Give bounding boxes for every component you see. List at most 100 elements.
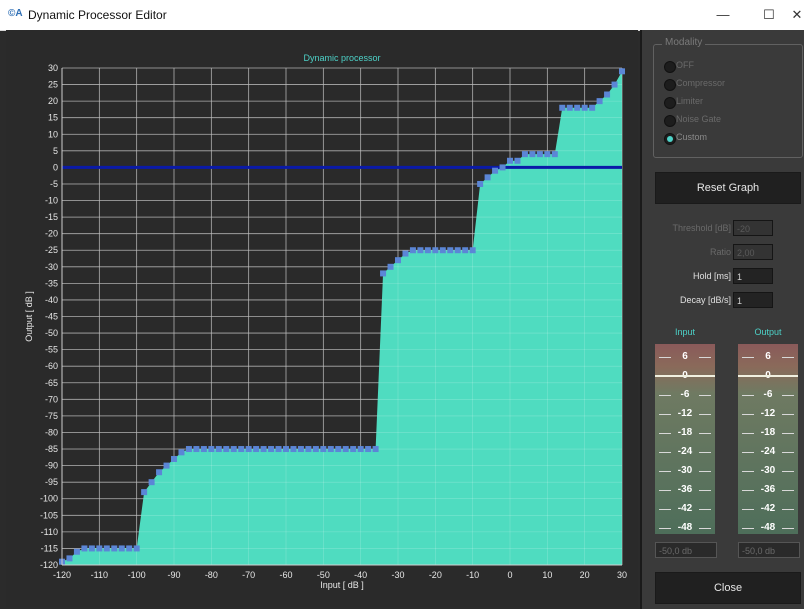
y-tick-label: -30 <box>45 262 58 272</box>
maximize-button[interactable]: ☐ <box>746 0 792 30</box>
y-tick-label: -80 <box>45 427 58 437</box>
x-tick-label: -100 <box>128 570 146 580</box>
curve-point <box>185 446 192 453</box>
input-meter-title: Input <box>674 327 696 337</box>
curve-point <box>507 157 513 164</box>
curve-point <box>409 247 416 254</box>
plot-area[interactable]: -120 -110 -100 -90 -80 -70 -60 -50 -40 -30 -20 -10 0… <box>6 30 638 607</box>
curve-point <box>335 446 342 453</box>
curve-point <box>477 180 484 187</box>
meter-tick: -48 <box>655 522 715 534</box>
x-tick-label: -10 <box>466 570 479 580</box>
y-tick-label: -45 <box>45 312 58 322</box>
meter-tick: 6 <box>655 351 715 363</box>
radio-dot[interactable] <box>664 61 676 73</box>
curve-point <box>223 446 230 453</box>
curve-point <box>611 81 618 88</box>
radio-label: Compressor <box>676 78 726 88</box>
modality-title: Modality <box>662 37 706 48</box>
hold-input[interactable]: 1 <box>733 268 773 284</box>
threshold-input[interactable]: -20 <box>733 220 773 236</box>
input-level-meter: 60-6-12-18-24-30-36-42-48 <box>655 344 715 534</box>
curve-point <box>439 247 446 254</box>
curve-point <box>297 446 304 453</box>
curve-point <box>589 104 596 111</box>
x-tick-label: -80 <box>205 570 218 580</box>
curve-point <box>357 446 364 453</box>
y-tick-label: -25 <box>45 245 58 255</box>
meter-tick: -6 <box>655 389 715 401</box>
curve-point <box>521 151 528 158</box>
curve-point <box>320 446 327 453</box>
x-tick-label: -120 <box>53 570 71 580</box>
meter-tick: -30 <box>655 465 715 477</box>
meter-tick: -18 <box>738 427 798 439</box>
curve-point <box>215 446 222 453</box>
decay-label: Decay [dB/s] <box>679 295 731 305</box>
x-tick-label: -50 <box>317 570 330 580</box>
curve-point <box>230 446 237 453</box>
dynamic-processor-chart[interactable]: -120 -110 -100 -90 -80 -70 -60 -50 -40 -30 -20 -10 0… <box>6 30 638 607</box>
meter-tick: -18 <box>655 427 715 439</box>
curve-point <box>619 68 625 75</box>
minimize-button[interactable]: — <box>700 0 746 30</box>
output-meter-title: Output <box>754 327 782 337</box>
meter-tick: -12 <box>655 408 715 420</box>
x-tick-label: -60 <box>279 570 292 580</box>
close-window-button[interactable]: ✕ <box>790 0 804 30</box>
curve-point <box>604 91 611 98</box>
ratio-label: Ratio <box>709 247 731 257</box>
curve-point <box>492 167 499 174</box>
curve-point <box>499 164 506 171</box>
radio-dot[interactable] <box>664 79 676 91</box>
y-tick-label: -70 <box>45 394 58 404</box>
curve-point <box>290 446 297 453</box>
curve-point <box>238 446 245 453</box>
meter-tick: -6 <box>738 389 798 401</box>
meter-tick: -48 <box>738 522 798 534</box>
radio-dot-selected[interactable] <box>664 133 676 145</box>
curve-point <box>350 446 357 453</box>
curve-point <box>402 250 409 257</box>
y-tick-label: -115 <box>41 543 58 553</box>
y-tick-label: -60 <box>45 361 58 371</box>
meter-tick: -30 <box>738 465 798 477</box>
y-tick-label: 5 <box>53 146 58 156</box>
y-tick-label: 15 <box>48 113 58 123</box>
y-tick-label: -95 <box>45 477 58 487</box>
radio-dot[interactable] <box>664 97 676 109</box>
radio-label: OFF <box>676 60 694 70</box>
radio-compressor[interactable]: Compressor <box>664 77 784 91</box>
curve-point <box>312 446 319 453</box>
close-button[interactable]: Close <box>655 572 801 604</box>
y-tick-label: -90 <box>45 461 58 471</box>
app-icon: ©A <box>8 8 23 19</box>
y-axis-label: Output [ dB ] <box>24 291 34 342</box>
reset-graph-button[interactable]: Reset Graph <box>655 172 801 204</box>
curve-point <box>245 446 252 453</box>
curve-point <box>365 446 372 453</box>
y-tick-label: 30 <box>48 63 58 73</box>
curve-point <box>544 151 551 158</box>
curve-point <box>424 247 431 254</box>
decay-input[interactable]: 1 <box>733 292 773 308</box>
radio-off[interactable]: OFF <box>664 59 784 73</box>
y-tick-label: -40 <box>45 295 58 305</box>
x-tick-label: -70 <box>242 570 255 580</box>
radio-noise-gate[interactable]: Noise Gate <box>664 113 784 127</box>
ratio-input[interactable]: 2,00 <box>733 244 773 260</box>
y-tick-label: 20 <box>48 96 58 106</box>
radio-limiter[interactable]: Limiter <box>664 95 784 109</box>
radio-dot[interactable] <box>664 115 676 127</box>
curve-point <box>275 446 282 453</box>
zero-marker <box>655 375 715 377</box>
y-tick-label: -65 <box>45 378 58 388</box>
meter-tick: -36 <box>738 484 798 496</box>
curve-point <box>126 545 133 552</box>
radio-custom[interactable]: Custom <box>664 131 784 145</box>
y-tick-label: -15 <box>45 212 58 222</box>
x-tick-label: -30 <box>391 570 404 580</box>
curve-point <box>380 270 387 277</box>
y-tick-label: 25 <box>48 80 58 90</box>
y-tick-label: 0 <box>53 162 58 172</box>
